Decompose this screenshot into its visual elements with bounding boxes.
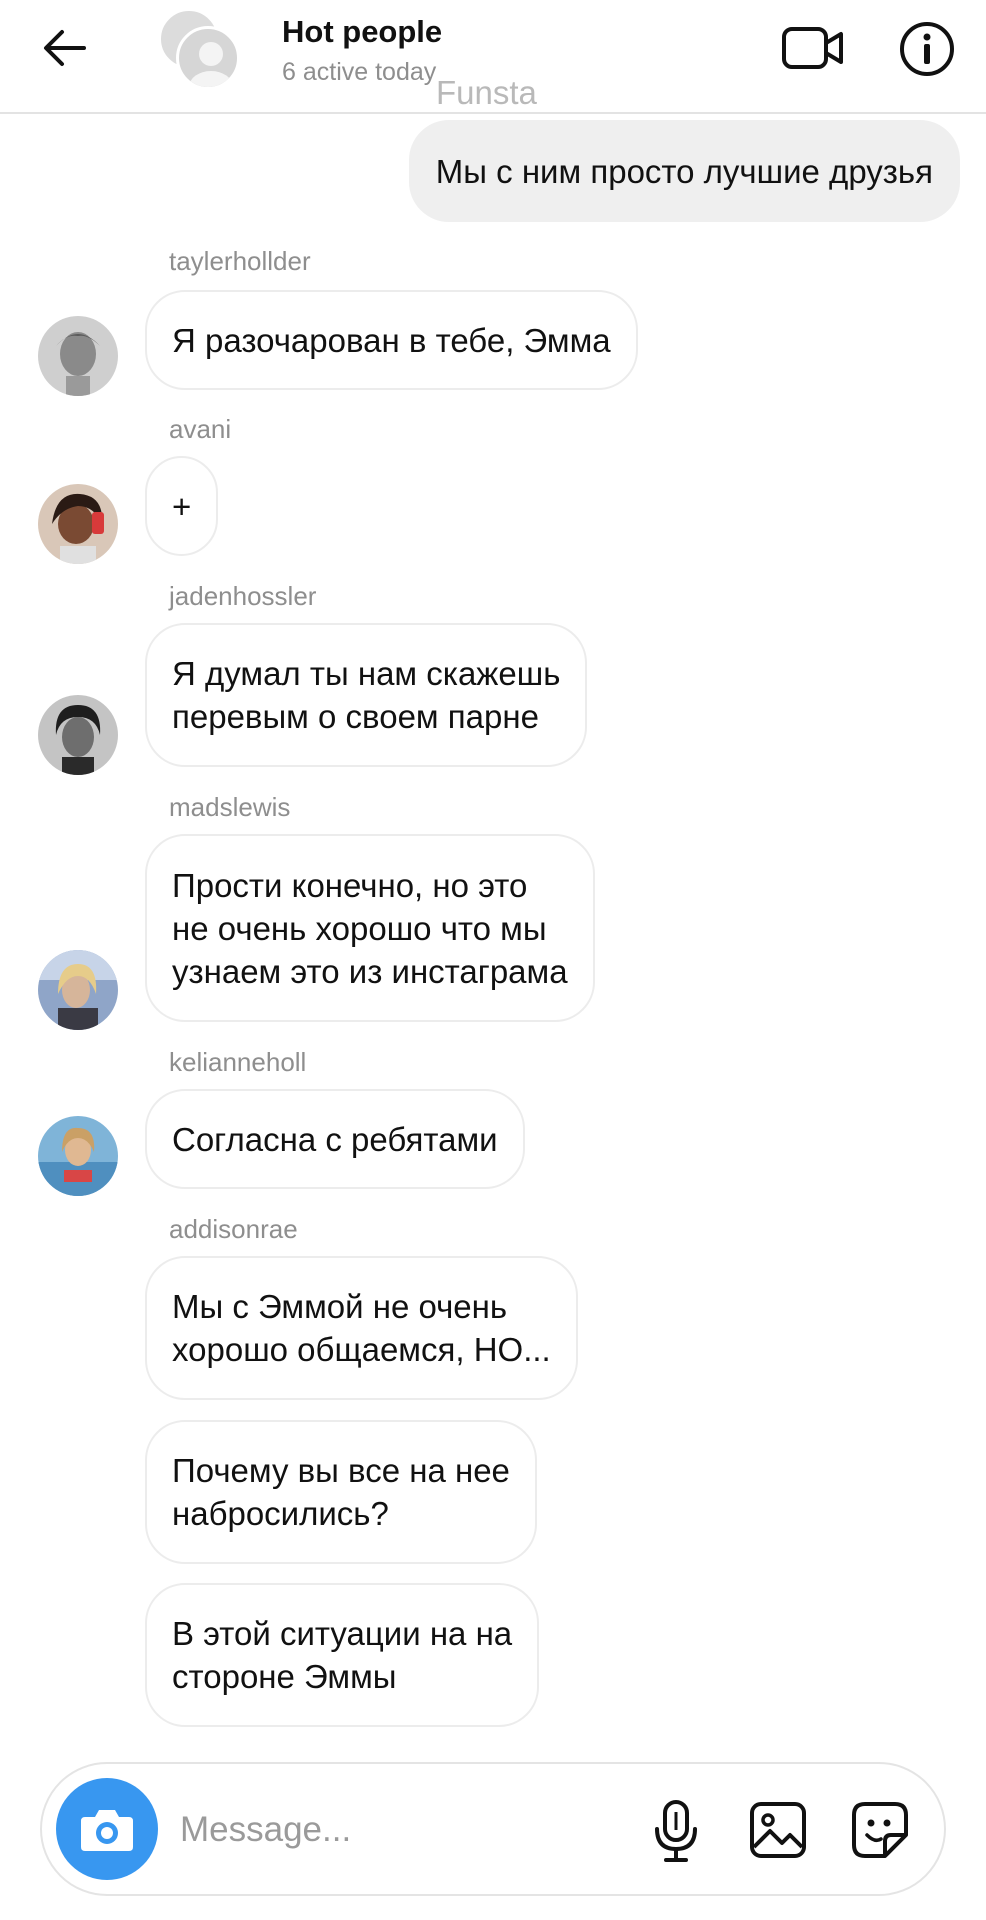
- microphone-icon: [655, 1800, 697, 1862]
- sender-name: avani: [169, 414, 232, 444]
- message-bubble[interactable]: +: [145, 456, 219, 556]
- video-call-icon: [782, 27, 843, 69]
- message-bubble[interactable]: Я думал ты нам скажешь перевым о своем п…: [145, 623, 588, 767]
- avatar-photo: [38, 316, 118, 396]
- sender-name: taylerhollder: [169, 246, 311, 276]
- message-bubble[interactable]: Прости конечно, но это не очень хорошо ч…: [145, 834, 595, 1022]
- message-bubble[interactable]: Почему вы все на нее набросились?: [145, 1420, 537, 1564]
- arrow-left-icon: [44, 30, 86, 66]
- sender-name: jadenhossler: [169, 581, 317, 611]
- gallery-button[interactable]: [746, 1798, 810, 1862]
- back-button[interactable]: [36, 20, 92, 76]
- avatar[interactable]: [38, 695, 118, 775]
- watermark-text: Funsta: [436, 74, 537, 111]
- message-bubble[interactable]: В этой ситуации на на стороне Эммы: [145, 1583, 540, 1727]
- video-call-button[interactable]: [780, 20, 846, 76]
- sticker-icon: [852, 1802, 908, 1858]
- message-input[interactable]: [180, 1804, 620, 1856]
- avatar[interactable]: [38, 950, 118, 1030]
- chat-title[interactable]: Hot people: [282, 14, 442, 50]
- outgoing-message[interactable]: Мы с ним просто лучшие друзья: [408, 120, 960, 222]
- avatar-photo: [38, 1116, 118, 1196]
- person-silhouette-icon: [189, 42, 233, 87]
- avatar[interactable]: [38, 484, 118, 564]
- message-bubble[interactable]: Мы с Эммой не очень хорошо общаемся, НО.…: [145, 1256, 578, 1400]
- info-icon: [900, 22, 954, 76]
- avatar[interactable]: [38, 316, 118, 396]
- sender-name: madslewis: [169, 792, 291, 822]
- camera-icon: [81, 1810, 133, 1851]
- chat-header: Hot people 6 active today Funsta: [0, 0, 986, 114]
- avatar-photo: [38, 695, 118, 775]
- active-status: 6 active today: [282, 58, 437, 86]
- message-bubble[interactable]: Согласна с ребятами: [145, 1089, 525, 1189]
- avatar-photo: [38, 950, 118, 1030]
- sender-name: kelianneholl: [169, 1047, 307, 1077]
- avatar-photo: [38, 484, 118, 564]
- group-avatar[interactable]: [158, 8, 242, 92]
- info-button[interactable]: [898, 20, 956, 78]
- message-bubble[interactable]: Я разочарован в тебе, Эмма: [145, 290, 638, 390]
- avatar-front: [176, 26, 240, 90]
- voice-message-button[interactable]: [646, 1798, 706, 1864]
- gallery-icon: [750, 1802, 806, 1858]
- sender-name: addisonrae: [169, 1214, 298, 1244]
- camera-button[interactable]: [56, 1778, 158, 1880]
- message-composer: [40, 1762, 946, 1896]
- avatar[interactable]: [38, 1116, 118, 1196]
- sticker-button[interactable]: [848, 1798, 912, 1862]
